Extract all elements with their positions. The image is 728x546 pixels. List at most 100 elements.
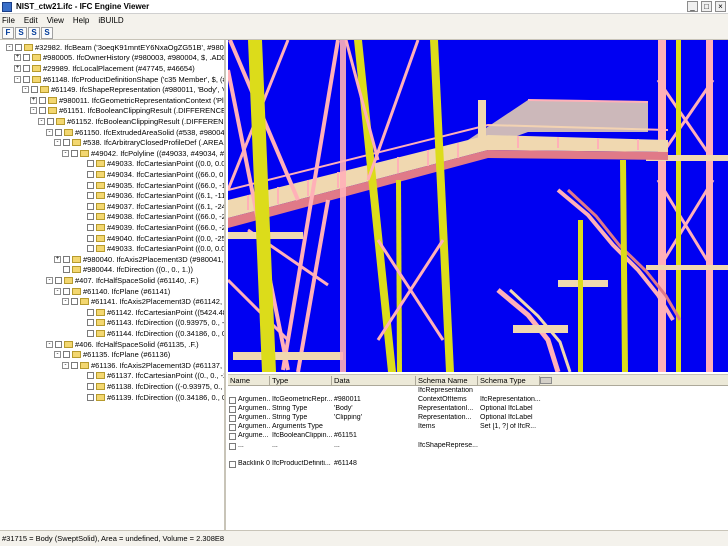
node-box-icon[interactable]	[87, 160, 94, 168]
entity-tree[interactable]: - #32982. IfcBeam ('3oeqK91mntEY6NxaOgZG5…	[0, 40, 226, 530]
node-box-icon[interactable]	[55, 340, 62, 348]
tree-toggle-icon[interactable]: -	[38, 117, 45, 125]
tree-toggle-icon[interactable]: +	[30, 96, 37, 104]
node-box-icon[interactable]	[63, 351, 70, 359]
node-box-icon[interactable]	[23, 75, 30, 83]
tree-node[interactable]: - #61136. IfcAxis2Placement3D (#61137, #6…	[62, 360, 224, 371]
tree-node[interactable]: - #61151. IfcBooleanClippingResult (.DIFF…	[30, 106, 224, 117]
close-button[interactable]: ×	[715, 1, 726, 12]
node-box-icon[interactable]	[55, 128, 62, 136]
tree-node[interactable]: - #407. IfcHalfSpaceSolid (#61140, .F.)	[46, 275, 199, 286]
menu-view[interactable]: View	[47, 16, 64, 25]
node-box-icon[interactable]	[39, 107, 46, 115]
menu-edit[interactable]: Edit	[24, 16, 38, 25]
tree-toggle-icon[interactable]: -	[14, 75, 21, 83]
node-box-icon[interactable]	[87, 202, 94, 210]
tree-node[interactable]: - #406. IfcHalfSpaceSolid (#61135, .F.)	[46, 339, 199, 350]
tree-node[interactable]: #49033. IfcCartesianPoint ((0.0, 0.0))	[78, 159, 224, 170]
tree-toggle-icon[interactable]: -	[46, 276, 53, 284]
node-box-icon[interactable]	[39, 96, 46, 104]
tree-node[interactable]: + #980040. IfcAxis2Placement3D (#980041, …	[54, 254, 224, 265]
node-box-icon[interactable]	[31, 86, 38, 94]
3d-viewport[interactable]	[228, 40, 728, 372]
node-box-icon[interactable]	[71, 361, 78, 369]
tree-toggle-icon[interactable]: -	[22, 86, 29, 94]
column-header-name[interactable]: Name	[228, 376, 270, 385]
tree-node[interactable]: #61144. IfcDirection ((0.34186, 0., 0.93…	[78, 328, 224, 339]
node-box-icon[interactable]	[63, 139, 70, 147]
tree-node[interactable]: #49034. IfcCartesianPoint ((66.0, 0.0))	[78, 169, 224, 180]
node-box-icon[interactable]	[23, 64, 30, 72]
tree-node[interactable]: #49038. IfcCartesianPoint ((66.0, -242.9…	[78, 212, 224, 223]
tree-toggle-icon[interactable]: -	[54, 287, 61, 295]
tree-node[interactable]: #49036. IfcCartesianPoint ((6.1, -11.1))	[78, 190, 224, 201]
tree-node[interactable]: #980044. IfcDirection ((0., 0., 1.))	[54, 265, 193, 276]
node-box-icon[interactable]	[87, 181, 94, 189]
node-box-icon[interactable]	[87, 329, 94, 337]
tree-node[interactable]: #49035. IfcCartesianPoint ((66.0, -11.1)…	[78, 180, 224, 191]
property-row[interactable]: Argume... IfcBooleanClippin... #61151	[228, 432, 548, 441]
node-box-icon[interactable]	[87, 319, 94, 327]
node-box-icon[interactable]	[87, 372, 94, 380]
node-box-icon[interactable]	[63, 255, 70, 263]
tree-node[interactable]: - #61150. IfcExtrudedAreaSolid (#538, #98…	[46, 127, 224, 138]
maximize-button[interactable]: □	[701, 1, 712, 12]
tree-toggle-icon[interactable]: +	[14, 54, 21, 62]
tree-toggle-icon[interactable]: -	[54, 139, 61, 147]
node-box-icon[interactable]	[63, 266, 70, 274]
tree-node[interactable]: + #29989. IfcLocalPlacement (#47745, #466…	[14, 63, 195, 74]
tree-node[interactable]: - #61152. IfcBooleanClippingResult (.DIFF…	[38, 116, 224, 127]
column-header-schema-name[interactable]: Schema Name	[416, 376, 478, 385]
tree-node[interactable]: - #61141. IfcAxis2Placement3D (#61142, #6…	[62, 296, 224, 307]
property-row[interactable]: Argumen... String Type 'Body' Representatio…	[228, 405, 548, 414]
tree-node[interactable]: + #980011. IfcGeometricRepresentationCont…	[30, 95, 224, 106]
node-box-icon[interactable]	[87, 213, 94, 221]
property-row[interactable]: IfcRepresentation	[228, 387, 548, 396]
node-box-icon[interactable]	[71, 298, 78, 306]
minimize-button[interactable]: _	[687, 1, 698, 12]
tree-node[interactable]: - #61148. IfcProductDefinitionShape ('c35…	[14, 74, 224, 85]
column-header-type[interactable]: Type	[270, 376, 332, 385]
node-box-icon[interactable]	[87, 382, 94, 390]
tree-node[interactable]: - #538. IfcArbitraryClosedProfileDef (.AR…	[54, 137, 224, 148]
tree-node[interactable]: - #61149. IfcShapeRepresentation (#980011…	[22, 84, 224, 95]
properties-pane[interactable]: Name Type Data Schema Name Schema Type I…	[228, 374, 728, 530]
header-scroll-arrow[interactable]	[540, 377, 552, 384]
tree-toggle-icon[interactable]: -	[62, 149, 69, 157]
tree-toggle-icon[interactable]: -	[54, 351, 61, 359]
node-box-icon[interactable]	[87, 393, 94, 401]
tree-toggle-icon[interactable]: -	[30, 107, 37, 115]
menu-help[interactable]: Help	[73, 16, 89, 25]
tree-toggle-icon[interactable]: +	[14, 64, 21, 72]
property-row[interactable]: Argumen... String Type 'Clipping' Represent…	[228, 414, 548, 423]
menu-file[interactable]: File	[2, 16, 15, 25]
tree-node[interactable]: #61143. IfcDirection ((0.93975, 0., -0.3…	[78, 318, 224, 329]
tree-node[interactable]: - #61135. IfcPlane (#61136)	[54, 349, 170, 360]
property-row[interactable]: Argumen... Arguments Type Items Set [1, ?] …	[228, 423, 548, 432]
tool-button-s2[interactable]: S	[28, 26, 40, 39]
node-box-icon[interactable]	[87, 234, 94, 242]
column-header-schema-type[interactable]: Schema Type	[478, 376, 540, 385]
node-box-icon[interactable]	[87, 245, 94, 253]
menu-ibuild[interactable]: iBUILD	[98, 16, 123, 25]
tree-node[interactable]: - #49042. IfcPolyline ((#49033, #49034, #…	[62, 148, 224, 159]
tree-node[interactable]: #49040. IfcCartesianPoint ((0.0, -254.0)…	[78, 233, 224, 244]
node-box-icon[interactable]	[87, 308, 94, 316]
node-box-icon[interactable]	[47, 117, 54, 125]
node-box-icon[interactable]	[63, 287, 70, 295]
tree-toggle-icon[interactable]: -	[46, 340, 53, 348]
tool-button-s1[interactable]: S	[15, 26, 27, 39]
node-box-icon[interactable]	[23, 54, 30, 62]
tool-button-f[interactable]: F	[2, 26, 14, 39]
tree-node[interactable]: #49039. IfcCartesianPoint ((66.0, -254.0…	[78, 222, 224, 233]
tree-node[interactable]: #49037. IfcCartesianPoint ((6.1, -242.9)…	[78, 201, 224, 212]
tree-toggle-icon[interactable]: -	[62, 361, 69, 369]
property-row[interactable]: Backlink 0 IfcProductDefiniti... #61148	[228, 460, 548, 469]
tree-node[interactable]: + #980005. IfcOwnerHistory (#980003, #980…	[14, 53, 224, 64]
tree-toggle-icon[interactable]: -	[6, 43, 13, 51]
tree-toggle-icon[interactable]: -	[62, 298, 69, 306]
tree-node[interactable]: - #32982. IfcBeam ('3oeqK91mntEY6NxaOgZG5…	[6, 42, 224, 53]
tree-node[interactable]: #61139. IfcDirection ((0.34186, 0., 0.93…	[78, 392, 224, 403]
tool-button-s3[interactable]: S	[41, 26, 53, 39]
node-box-icon[interactable]	[87, 192, 94, 200]
